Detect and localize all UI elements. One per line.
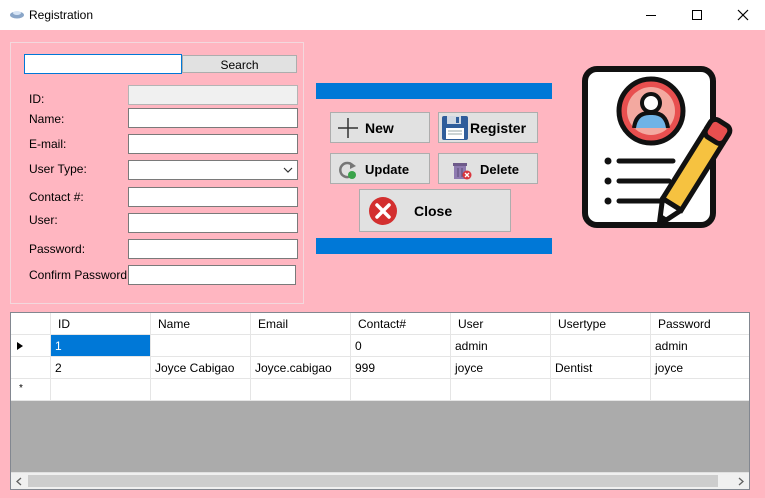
horizontal-scrollbar[interactable] [11, 472, 749, 489]
table-cell[interactable]: 1 [51, 335, 151, 357]
trash-icon [453, 163, 472, 180]
user-field[interactable] [128, 213, 298, 233]
table-cell[interactable] [451, 379, 551, 401]
search-button[interactable]: Search [182, 55, 297, 73]
confirm-password-label: Confirm Password: [29, 268, 131, 282]
column-header[interactable]: Name [151, 313, 251, 335]
column-header[interactable]: Usertype [551, 313, 651, 335]
app-icon [10, 11, 24, 19]
email-label: E-mail: [29, 137, 67, 151]
close-label: Close [414, 203, 453, 219]
table-cell[interactable] [151, 335, 251, 357]
password-field[interactable] [128, 239, 298, 259]
table-cell[interactable]: admin [451, 335, 551, 357]
users-data-grid[interactable]: ID Name Email Contact# User Usertype Pas… [10, 312, 750, 490]
row-header-corner [11, 313, 51, 335]
table-cell[interactable] [651, 379, 749, 401]
scrollbar-thumb[interactable] [28, 475, 718, 487]
refresh-icon [339, 161, 356, 179]
form-client-area: Search ID: Name: E-mail: User Type: Cont… [0, 30, 765, 498]
column-header[interactable]: Email [251, 313, 351, 335]
contact-label: Contact #: [29, 190, 84, 204]
chevron-down-icon [283, 167, 293, 173]
table-cell[interactable]: joyce [651, 357, 749, 379]
id-field [128, 85, 298, 105]
close-circle-icon [369, 197, 397, 225]
maximize-icon [692, 10, 702, 20]
minimize-button[interactable] [628, 0, 674, 30]
plus-icon [338, 118, 358, 138]
table-cell[interactable] [251, 379, 351, 401]
scroll-right-icon[interactable] [738, 477, 744, 486]
new-label: New [365, 120, 394, 136]
update-button[interactable]: Update [330, 153, 430, 184]
window-title: Registration [29, 8, 94, 22]
title-bar: Registration [0, 0, 765, 30]
user-type-select[interactable] [128, 160, 298, 180]
new-row-marker: * [11, 379, 51, 401]
table-cell[interactable] [351, 379, 451, 401]
table-cell[interactable]: 999 [351, 357, 451, 379]
table-cell[interactable]: admin [651, 335, 749, 357]
id-label: ID: [29, 92, 45, 106]
top-accent-bar [316, 83, 552, 99]
search-input[interactable] [24, 54, 182, 74]
table-cell[interactable]: 0 [351, 335, 451, 357]
column-header[interactable]: Password [651, 313, 749, 335]
maximize-button[interactable] [674, 0, 720, 30]
table-cell[interactable]: Joyce.cabigao [251, 357, 351, 379]
close-button[interactable]: Close [359, 189, 511, 232]
table-cell[interactable] [51, 379, 151, 401]
registration-form-illustration-icon [582, 66, 733, 228]
contact-field[interactable] [128, 187, 298, 207]
table-cell[interactable] [551, 335, 651, 357]
close-window-button[interactable] [720, 0, 765, 30]
register-label: Register [470, 120, 527, 136]
close-icon [737, 9, 749, 21]
user-label: User: [29, 213, 58, 227]
table-cell[interactable] [251, 335, 351, 357]
bottom-accent-bar [316, 238, 552, 254]
name-field[interactable] [128, 108, 298, 128]
new-button[interactable]: New [330, 112, 430, 143]
table-cell[interactable]: 2 [51, 357, 151, 379]
table-cell[interactable]: Dentist [551, 357, 651, 379]
row-header[interactable] [11, 335, 51, 357]
email-field[interactable] [128, 134, 298, 154]
update-label: Update [365, 162, 410, 177]
name-label: Name: [29, 112, 65, 126]
table-cell[interactable] [151, 379, 251, 401]
floppy-disk-icon [442, 116, 468, 140]
table-cell[interactable]: Joyce Cabigao [151, 357, 251, 379]
current-row-arrow-icon [17, 342, 23, 350]
column-header[interactable]: ID [51, 313, 151, 335]
scroll-left-icon[interactable] [16, 477, 22, 486]
column-header[interactable]: Contact# [351, 313, 451, 335]
register-button[interactable]: Register [438, 112, 538, 143]
user-type-label: User Type: [29, 162, 87, 176]
table-cell[interactable] [551, 379, 651, 401]
minimize-icon [646, 15, 656, 16]
confirm-password-field[interactable] [128, 265, 296, 285]
delete-button[interactable]: Delete [438, 153, 538, 184]
password-label: Password: [29, 242, 86, 256]
row-header[interactable] [11, 357, 51, 379]
column-header[interactable]: User [451, 313, 551, 335]
table-cell[interactable]: joyce [451, 357, 551, 379]
delete-label: Delete [480, 162, 520, 177]
